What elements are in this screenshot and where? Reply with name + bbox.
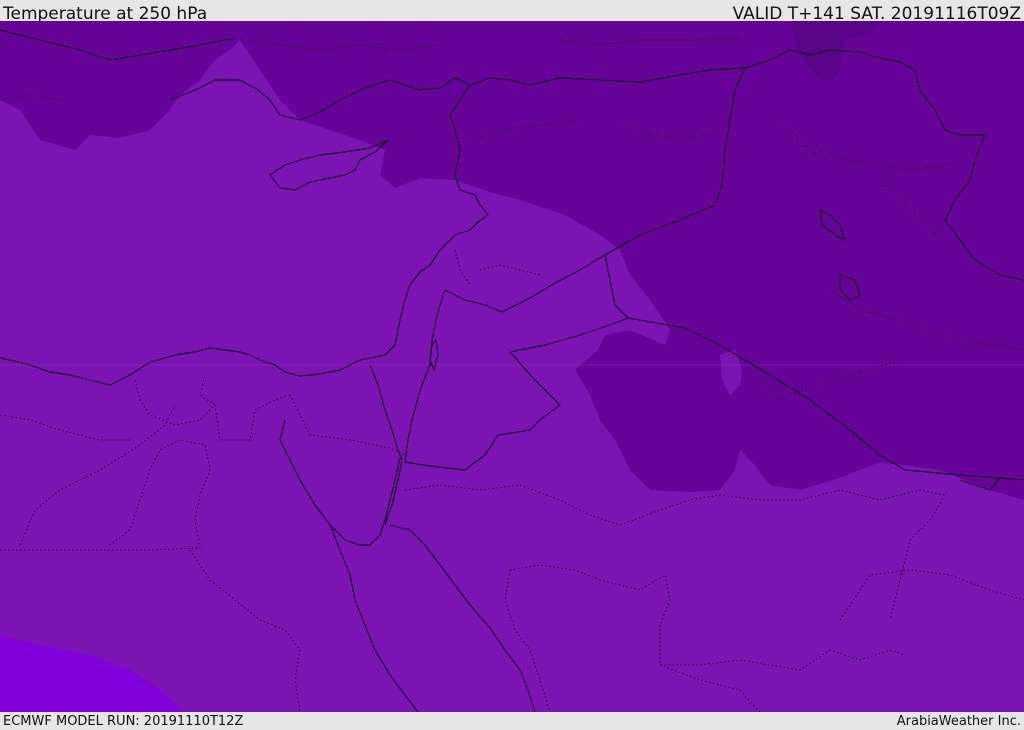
footer-bar: ECMWF MODEL RUN: 20191110T12Z ArabiaWeat…	[0, 712, 1024, 729]
model-run: ECMWF MODEL RUN: 20191110T12Z	[3, 714, 244, 729]
map-canvas	[0, 21, 1024, 712]
credit-text: ArabiaWeather Inc.	[896, 714, 1021, 729]
header-bar: Temperature at 250 hPa VALID T+141 SAT. …	[0, 0, 1024, 24]
weather-map[interactable]	[0, 21, 1024, 712]
